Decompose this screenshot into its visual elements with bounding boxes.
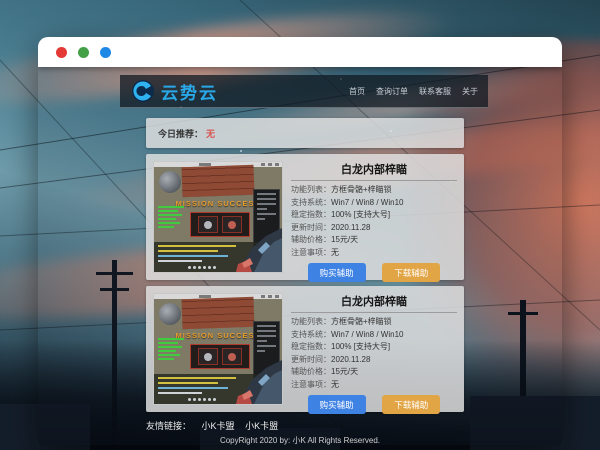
- nav-about[interactable]: 关于: [462, 86, 478, 97]
- detail-row: 功能列表：方框骨骼+梓瞄锁: [291, 316, 457, 329]
- logo-text: 云势云: [161, 79, 218, 104]
- copyright-text: CopyRight 2020 by: 小K All Rights Reserve…: [38, 435, 562, 445]
- detail-row: 支持系统：Win7 / Win8 / Win10: [291, 329, 457, 342]
- detail-row: 辅助价格：15元/天: [291, 234, 457, 247]
- action-buttons: 购买辅助 下载辅助: [291, 263, 457, 282]
- window-close-button[interactable]: [56, 47, 67, 58]
- recommend-label: 今日推荐：: [158, 127, 203, 140]
- friend-link[interactable]: 小K卡盟: [202, 421, 235, 431]
- detail-row: 辅助价格：15元/天: [291, 366, 457, 379]
- main-nav: 首页 查询订单 联系客服 关于: [349, 86, 478, 97]
- detail-row: 支持系统：Win7 / Win8 / Win10: [291, 197, 457, 210]
- detail-row: 更新时间：2020.11.28: [291, 354, 457, 367]
- detail-row: 功能列表：方框骨骼+梓瞄锁: [291, 184, 457, 197]
- download-assist-button[interactable]: 下载辅助: [382, 263, 440, 282]
- green-console-text: [158, 206, 188, 230]
- nav-contact-support[interactable]: 联系客服: [419, 86, 451, 97]
- brick-wall: [181, 165, 254, 197]
- buy-assist-button[interactable]: 购买辅助: [308, 263, 366, 282]
- product-card: MISSION SUCCESS: [146, 154, 464, 280]
- clan-emblem: [159, 171, 181, 193]
- detail-row: 注意事项：无: [291, 247, 457, 260]
- product-card: MISSION SUCCESS: [146, 286, 464, 412]
- product-title: 白龙内部梓瞄: [291, 161, 457, 181]
- browser-title-bar: [38, 37, 562, 67]
- detail-row: 更新时间：2020.11.28: [291, 222, 457, 235]
- buy-assist-button[interactable]: 购买辅助: [308, 395, 366, 414]
- product-screenshot: MISSION SUCCESS: [153, 161, 283, 273]
- site-logo[interactable]: 云势云: [130, 79, 218, 104]
- site-header: 云势云 首页 查询订单 联系客服 关于: [120, 75, 488, 108]
- window-maximize-button[interactable]: [100, 47, 111, 58]
- logo-swoosh-icon: [130, 79, 156, 103]
- product-details: 白龙内部梓瞄 功能列表：方框骨骼+梓瞄锁 支持系统：Win7 / Win8 / …: [291, 293, 457, 405]
- ammo-dots: [188, 398, 216, 401]
- nav-order-query[interactable]: 查询订单: [376, 86, 408, 97]
- nav-home[interactable]: 首页: [349, 86, 365, 97]
- detail-row: 注意事项：无: [291, 379, 457, 392]
- ammo-dots: [188, 266, 216, 269]
- friend-links-label: 友情链接：: [146, 421, 191, 431]
- friend-links: 友情链接： 小K卡盟 小K卡盟: [146, 419, 278, 432]
- browser-window: 云势云 首页 查询订单 联系客服 关于 今日推荐： 无: [38, 37, 562, 445]
- main-content: 今日推荐： 无 MISSION SUCCESS: [146, 118, 464, 412]
- first-person-gun: [208, 208, 282, 272]
- action-buttons: 购买辅助 下载辅助: [291, 395, 457, 414]
- product-screenshot: MISSION SUCCESS: [153, 293, 283, 405]
- recommend-value: 无: [206, 127, 215, 140]
- detail-row: 稳定指数：100% [支持大号]: [291, 209, 457, 222]
- product-details: 白龙内部梓瞄 功能列表：方框骨骼+梓瞄锁 支持系统：Win7 / Win8 / …: [291, 161, 457, 273]
- download-assist-button[interactable]: 下载辅助: [382, 395, 440, 414]
- today-recommend-banner: 今日推荐： 无: [146, 118, 464, 148]
- window-minimize-button[interactable]: [78, 47, 89, 58]
- first-person-gun: [208, 340, 282, 404]
- page-viewport: 云势云 首页 查询订单 联系客服 关于 今日推荐： 无: [38, 67, 562, 445]
- friend-link[interactable]: 小K卡盟: [245, 421, 278, 431]
- brick-wall: [181, 297, 254, 329]
- product-title: 白龙内部梓瞄: [291, 293, 457, 313]
- clan-emblem: [159, 303, 181, 325]
- detail-row: 稳定指数：100% [支持大号]: [291, 341, 457, 354]
- green-console-text: [158, 338, 188, 362]
